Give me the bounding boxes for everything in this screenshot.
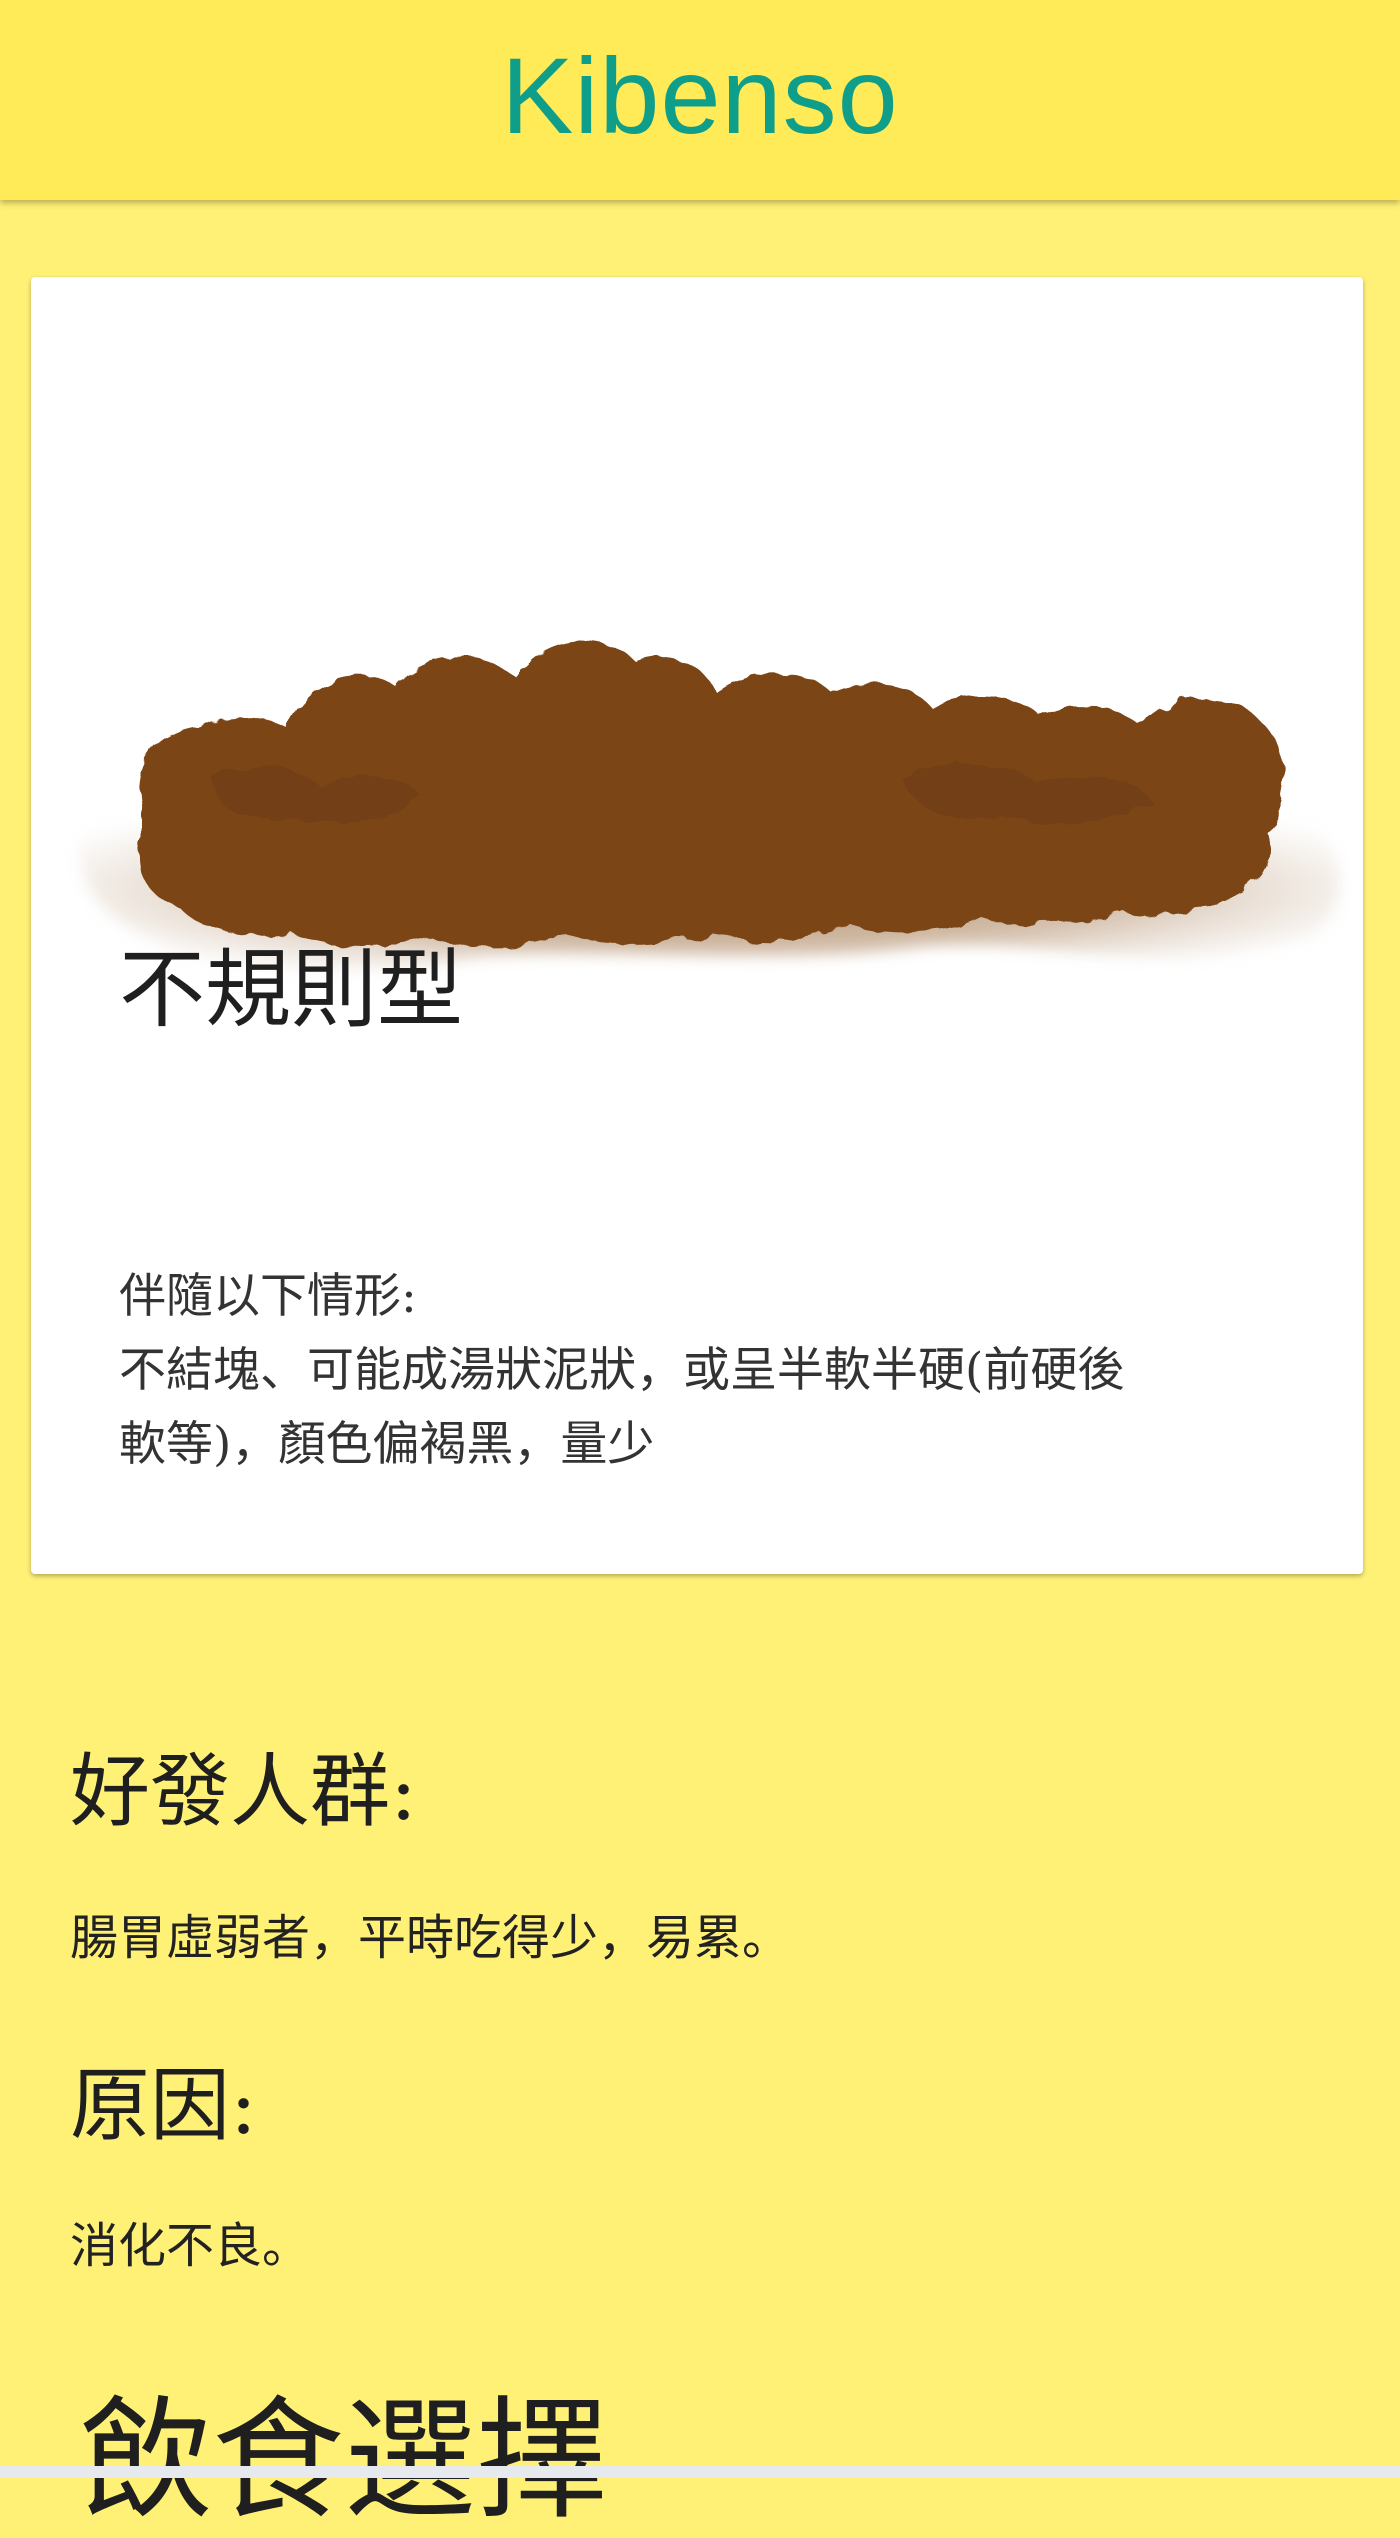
stool-type-description: 伴隨以下情形: 不結塊、可能成湯狀泥狀，或呈半軟半硬(前硬後 軟等)，顏色偏褐黑…: [119, 1260, 1299, 1482]
cause-section: 原因: 消化不良。: [70, 2059, 311, 2274]
cause-text: 消化不良。: [70, 2218, 311, 2274]
stool-type-card: 不規則型 伴隨以下情形: 不結塊、可能成湯狀泥狀，或呈半軟半硬(前硬後 軟等)，…: [31, 277, 1363, 1574]
description-intro: 伴隨以下情形:: [119, 1269, 417, 1324]
cause-heading: 原因:: [70, 2059, 257, 2152]
stool-type-title: 不規則型: [119, 940, 463, 1040]
susceptible-group-heading: 好發人群:: [70, 1745, 417, 1838]
bottom-edge: [0, 2466, 1400, 2478]
description-line-2: 軟等)，顏色偏褐黑，量少: [119, 1417, 655, 1472]
app-title: Kibenso: [501, 34, 899, 156]
app-bar: Kibenso: [0, 0, 1400, 200]
susceptible-group-text: 腸胃虛弱者，平時吃得少，易累。: [70, 1910, 791, 1966]
susceptible-group-section: 好發人群: 腸胃虛弱者，平時吃得少，易累。: [70, 1745, 791, 1966]
description-line-1: 不結塊、可能成湯狀泥狀，或呈半軟半硬(前硬後: [119, 1343, 1125, 1398]
diet-choice-heading: 飲食選擇: [80, 2384, 608, 2538]
